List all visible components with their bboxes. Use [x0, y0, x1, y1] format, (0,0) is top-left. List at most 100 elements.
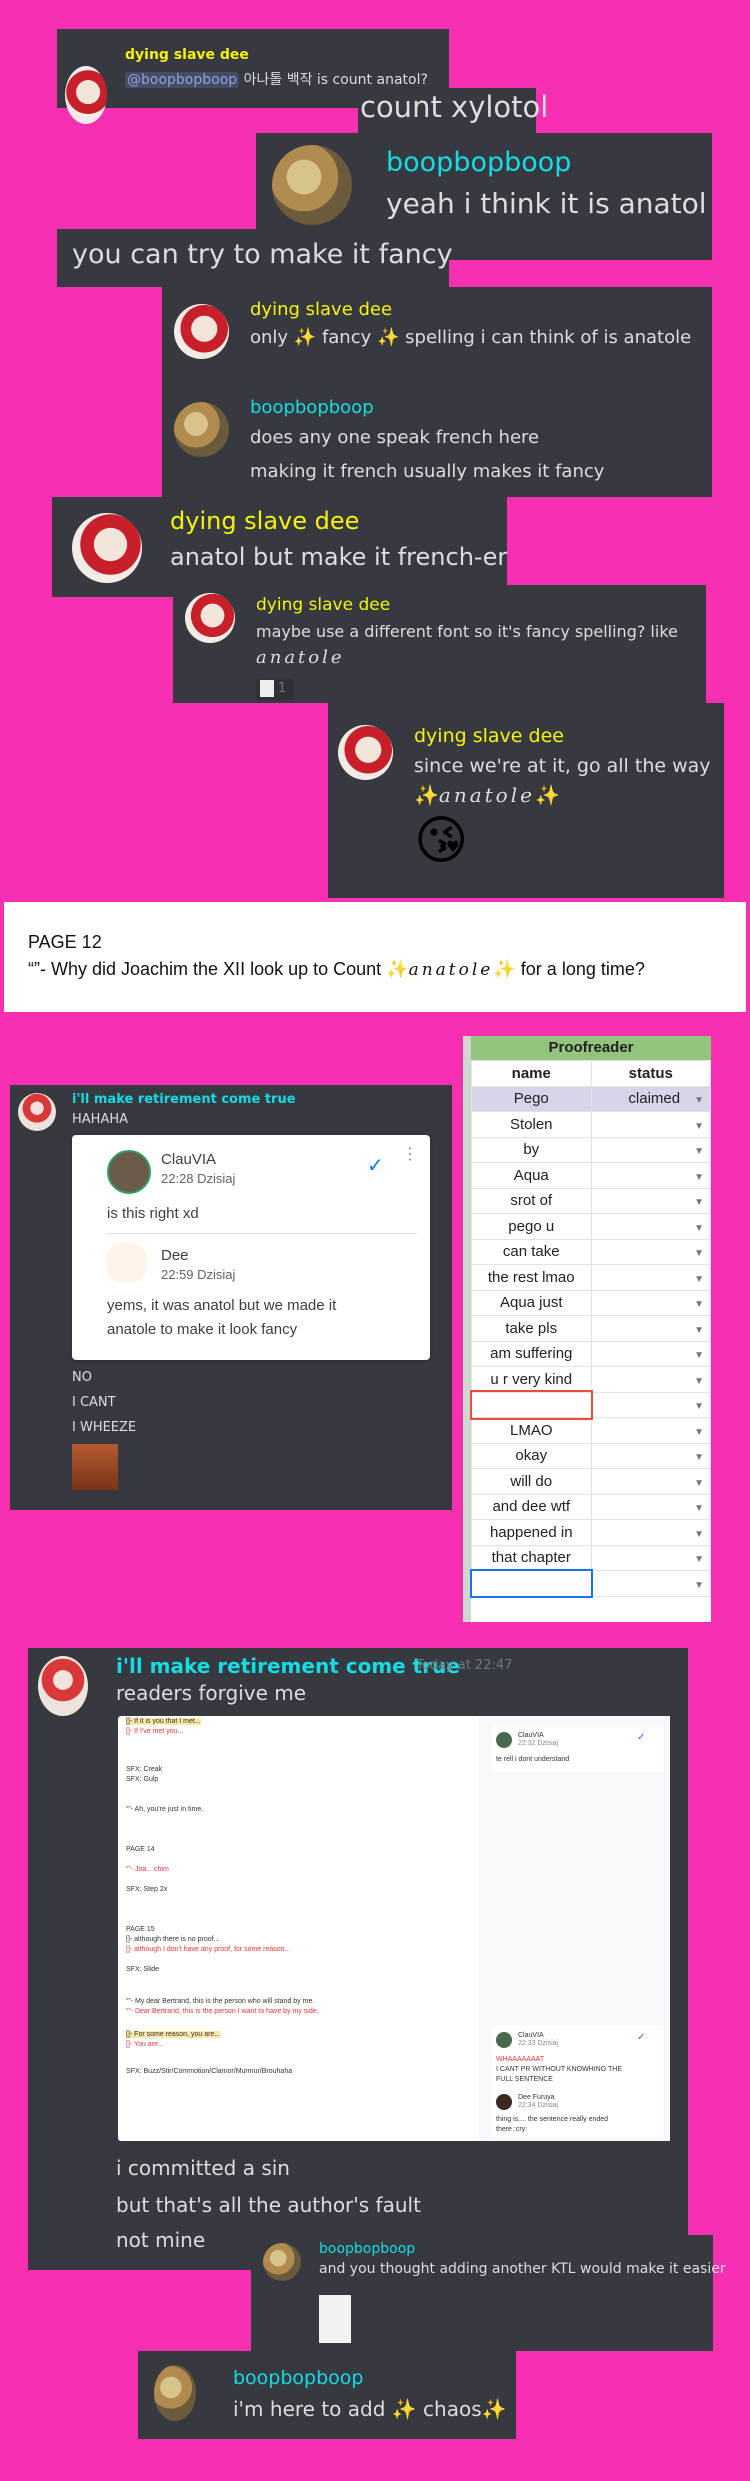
cell-status-dropdown[interactable]: ▼ [590, 1238, 711, 1265]
dropdown-caret-icon[interactable]: ▼ [694, 1452, 704, 1463]
dropdown-caret-icon[interactable]: ▼ [694, 1325, 704, 1336]
cell-name[interactable]: okay [471, 1442, 592, 1469]
dropdown-caret-icon[interactable]: ▼ [694, 1503, 704, 1514]
side-comment: ClauVIA 22:33 Dzisiaj ✓ WHAAAAAAAT I CAN… [492, 2026, 664, 2138]
author-name[interactable]: i'll make retirement come true [116, 1654, 460, 1678]
mention-tag[interactable]: @boopbopboop [125, 72, 240, 88]
cell-name[interactable]: pego u [471, 1213, 592, 1240]
dropdown-caret-icon[interactable]: ▼ [694, 1401, 704, 1412]
dropdown-caret-icon[interactable]: ▼ [694, 1478, 704, 1489]
cell-name[interactable]: that chapter [471, 1544, 592, 1571]
cell-status-dropdown[interactable]: ▼ [590, 1417, 711, 1444]
dropdown-caret-icon[interactable]: ▼ [694, 1095, 704, 1106]
avatar-boop [263, 2243, 301, 2281]
author-name[interactable]: dying slave dee [170, 507, 359, 535]
cell-name[interactable]: by [471, 1136, 592, 1163]
header-status[interactable]: status [590, 1060, 711, 1087]
message-text: maybe use a different font so it's fancy… [256, 622, 678, 641]
comment-embed: ClauVIA 22:28 Dzisiaj ✓ ⋮ is this right … [72, 1135, 430, 1360]
cell-name[interactable]: happened in [471, 1519, 592, 1546]
sheet-row: that chapter ▼ [471, 1544, 711, 1571]
comment-sidebar: ClauVIA 22:32 Dzisiaj te rell i dont und… [478, 1716, 670, 2141]
cell-status-dropdown[interactable]: ▼ [590, 1442, 711, 1469]
message-text: i'm here to add ✨ chaos✨ [233, 2397, 507, 2421]
sheet-row: pego u ▼ [471, 1213, 711, 1240]
cell-name[interactable]: u r very kind [471, 1366, 592, 1393]
cell-status-dropdown[interactable]: ▼ [590, 1111, 711, 1138]
cell-status-dropdown[interactable]: ▼ [590, 1264, 711, 1291]
cell-name[interactable]: Pego [471, 1085, 592, 1112]
dropdown-caret-icon[interactable]: ▼ [694, 1197, 704, 1208]
cell-status-dropdown[interactable]: ▼ [590, 1289, 711, 1316]
author-name[interactable]: dying slave dee [414, 725, 564, 747]
cell-status-dropdown[interactable]: ▼ [590, 1213, 711, 1240]
cell-status-dropdown[interactable]: ▼ [590, 1187, 711, 1214]
dropdown-caret-icon[interactable]: ▼ [694, 1248, 704, 1259]
fancy-text: ✨anatole✨ [414, 783, 560, 807]
header-name[interactable]: name [471, 1060, 592, 1087]
cell-name[interactable]: Aqua just [471, 1289, 592, 1316]
cell-name[interactable]: will do [471, 1468, 592, 1495]
cell-status-dropdown[interactable]: ▼ [590, 1570, 711, 1597]
doc-line: “”- Joa... chim [126, 1866, 169, 1873]
dropdown-caret-icon[interactable]: ▼ [694, 1299, 704, 1310]
timestamp: Today at 22:47 [416, 1658, 513, 1673]
cell-status-dropdown[interactable]: ▼ [590, 1366, 711, 1393]
side-comment: ClauVIA 22:32 Dzisiaj te rell i dont und… [492, 1726, 664, 1772]
dropdown-caret-icon[interactable]: ▼ [694, 1427, 704, 1438]
cell-name[interactable] [469, 1390, 593, 1420]
author-name[interactable]: boopbopboop [250, 397, 374, 418]
cell-status-dropdown[interactable]: ▼ [590, 1519, 711, 1546]
resolve-check-icon[interactable]: ✓ [367, 1153, 384, 1178]
cell-status-dropdown[interactable]: ▼ [590, 1162, 711, 1189]
doc-line: PAGE 15 [126, 1926, 155, 1933]
resolve-check-icon[interactable]: ✓ [637, 1732, 645, 1743]
dropdown-caret-icon[interactable]: ▼ [694, 1274, 704, 1285]
sheet-row: ▼ [469, 1390, 711, 1420]
dropdown-caret-icon[interactable]: ▼ [694, 1554, 704, 1565]
cell-name[interactable]: take pls [471, 1315, 592, 1342]
cell-status-dropdown[interactable]: ▼ [590, 1493, 711, 1520]
dropdown-caret-icon[interactable]: ▼ [694, 1121, 704, 1132]
author-name[interactable]: dying slave dee [250, 299, 392, 320]
cell-status-dropdown[interactable]: ▼ [590, 1391, 711, 1418]
cell-status-dropdown[interactable]: claimed ▼ [590, 1085, 711, 1112]
dropdown-caret-icon[interactable]: ▼ [694, 1172, 704, 1183]
cell-name[interactable]: srot of [471, 1187, 592, 1214]
cell-status-dropdown[interactable]: ▼ [590, 1315, 711, 1342]
cell-status-dropdown[interactable]: ▼ [590, 1468, 711, 1495]
author-name[interactable]: boopbopboop [233, 2367, 364, 2389]
author-name[interactable]: i'll make retirement come true [72, 1092, 296, 1107]
author-name[interactable]: boopbopboop [386, 147, 571, 178]
avatar-boop [174, 402, 229, 457]
cell-name[interactable] [469, 1568, 593, 1598]
cell-name[interactable]: am suffering [471, 1340, 592, 1367]
dropdown-caret-icon[interactable]: ▼ [694, 1529, 704, 1540]
cell-name[interactable]: and dee wtf [471, 1493, 592, 1520]
author-name[interactable]: boopbopboop [319, 2241, 415, 2257]
comment-time: 22:28 Dzisiaj [161, 1171, 236, 1186]
reaction-button[interactable]: 1 [256, 678, 294, 700]
cell-name[interactable]: the rest lmao [471, 1264, 592, 1291]
cell-name[interactable]: Aqua [471, 1162, 592, 1189]
cell-status-dropdown[interactable]: ▼ [590, 1136, 711, 1163]
cell-status-dropdown[interactable]: ▼ [590, 1544, 711, 1571]
more-options-icon[interactable]: ⋮ [402, 1147, 418, 1163]
dropdown-caret-icon[interactable]: ▼ [694, 1350, 704, 1361]
reaction-emoji-icon [260, 680, 274, 697]
message-text: yeah i think it is anatol [386, 187, 707, 220]
doc-line: “”- Ah, you're just in time. [126, 1806, 204, 1813]
cell-name[interactable]: Stolen [471, 1111, 592, 1138]
message-text: you can try to make it fancy [72, 239, 453, 270]
cell-status-dropdown[interactable]: ▼ [590, 1340, 711, 1367]
sheet-row: by ▼ [471, 1136, 711, 1163]
dropdown-caret-icon[interactable]: ▼ [694, 1146, 704, 1157]
cell-name[interactable]: LMAO [471, 1417, 592, 1444]
resolve-check-icon[interactable]: ✓ [637, 2032, 645, 2043]
dropdown-caret-icon[interactable]: ▼ [694, 1376, 704, 1387]
dropdown-caret-icon[interactable]: ▼ [694, 1580, 704, 1591]
cell-name[interactable]: can take [471, 1238, 592, 1265]
author-name[interactable]: dying slave dee [125, 47, 249, 63]
dropdown-caret-icon[interactable]: ▼ [694, 1223, 704, 1234]
author-name[interactable]: dying slave dee [256, 595, 390, 615]
